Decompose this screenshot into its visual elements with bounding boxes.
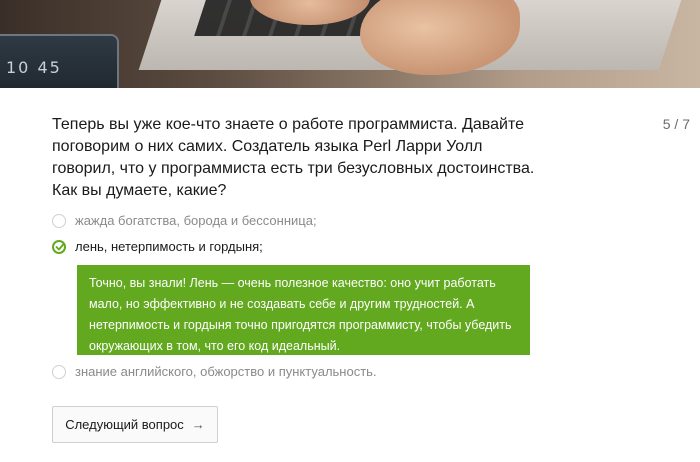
answer-feedback: Точно, вы знали! Лень — очень полезное к… [77, 265, 530, 355]
answer-option-label: знание английского, обжорство и пунктуал… [75, 364, 377, 379]
radio-unchecked-icon[interactable] [52, 364, 66, 379]
phone-time: 10 45 [6, 58, 62, 77]
answer-option-3[interactable]: знание английского, обжорство и пунктуал… [52, 364, 377, 379]
arrow-right-icon: → [191, 417, 205, 432]
answer-option-label: жажда богатства, борода и бессонница; [75, 213, 317, 228]
next-question-label: Следующий вопрос [65, 417, 184, 432]
question-counter: 5 / 7 [662, 116, 690, 132]
next-question-button[interactable]: Следующий вопрос → [52, 406, 218, 443]
question-text: Теперь вы уже кое-что знаете о работе пр… [52, 116, 535, 199]
radio-unchecked-icon[interactable] [52, 213, 66, 228]
radio-checked-icon[interactable] [52, 239, 66, 254]
answer-option-2[interactable]: лень, нетерпимость и гордыня; [52, 239, 263, 254]
phone-image: 10 45 [0, 34, 119, 88]
answer-option-1[interactable]: жажда богатства, борода и бессонница; [52, 213, 317, 228]
checkmark-icon [55, 242, 65, 250]
answer-option-label: лень, нетерпимость и гордыня; [75, 239, 263, 254]
hero-image: 10 45 [0, 0, 700, 88]
